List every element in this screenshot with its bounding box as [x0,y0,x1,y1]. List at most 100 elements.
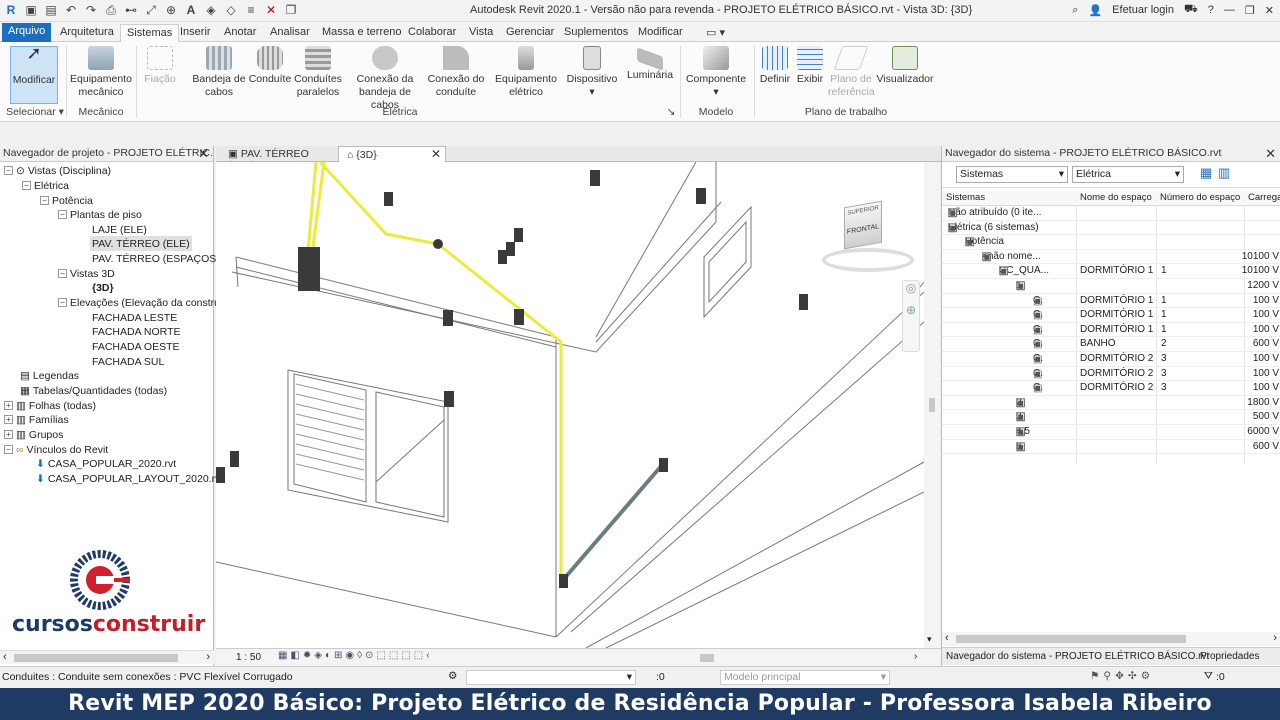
viewcube[interactable]: SUPERIOR FRONTAL [820,196,916,276]
system-row[interactable]: − ▣ Potência [942,235,1280,250]
cart-icon[interactable]: ⛟ [1184,3,1198,17]
close-tab-icon[interactable]: ✕ [431,147,441,161]
tab-arquivo[interactable]: Arquivo [2,23,52,42]
sections-icon[interactable]: ◇ [224,3,238,17]
tree-item[interactable]: ▦ Tabelas/Quantidades (todas) [20,383,167,398]
3d-viewport[interactable]: SUPERIOR FRONTAL ◎ ⊕ [215,160,925,649]
electrical-equipment-button[interactable]: Equipamento elétrico [494,46,558,99]
zoom-icon[interactable]: ⊕ [903,303,919,317]
system-row[interactable]: − ▣ <não nome... 10100 V [942,250,1280,265]
workset-dropdown[interactable]: ▾ [466,670,636,685]
tree-item[interactable]: LAJE (ELE) [92,222,147,237]
tree-item[interactable]: FACHADA NORTE [92,324,181,339]
tree-item[interactable]: FACHADA OESTE [92,339,180,354]
view-horizontal-scrollbar[interactable] [510,654,910,662]
restore-button[interactable]: ❐ [1245,4,1255,17]
tab-massa-terreno[interactable]: Massa e terreno [316,24,407,42]
tab-properties[interactable]: Propriedades [1200,651,1259,662]
measure-icon[interactable]: ⊷ [124,3,138,17]
grid-horizontal-scrollbar[interactable]: ‹ › [942,632,1280,646]
system-row[interactable]: ▣ C. DORMITÓRIO 2 3 100 V [942,352,1280,367]
set-workplane-button[interactable]: Definir [758,46,792,86]
switch-windows-icon[interactable]: ❐ [284,3,298,17]
system-row[interactable]: ▣ C. DORMITÓRIO 1 1 100 V [942,294,1280,309]
close-icon[interactable]: ✕ [1265,146,1276,161]
device-button[interactable]: Dispositivo ▾ [564,46,620,99]
tree-item[interactable]: ⬇ CASA_POPULAR_LAYOUT_2020.rvt [36,471,223,486]
show-workplane-button[interactable]: Exibir [794,46,826,86]
tree-item[interactable]: + ▥ Famílias [4,412,69,427]
modify-button[interactable]: ➚ Modificar [10,44,58,104]
system-row[interactable]: + ▣ 3 500 V [942,410,1280,425]
tab-modificar[interactable]: Modificar [632,24,689,42]
system-row[interactable]: + ▣ 2 1800 V [942,396,1280,411]
revit-logo-icon[interactable]: R [4,3,18,17]
lighting-fixture-button[interactable]: Luminária [624,46,676,82]
tab-inserir[interactable]: Inserir [174,24,217,42]
scroll-right-icon[interactable]: › [914,651,917,662]
tab-system-browser[interactable]: Navegador do sistema - PROJETO ELÉTRICO … [946,651,1209,662]
reference-plane-button[interactable]: Plano de referência [828,46,875,99]
cable-tray-button[interactable]: Bandeja de cabos [192,46,246,99]
tree-item[interactable]: PAV. TÉRREO (ESPAÇOS) [92,251,220,266]
system-row[interactable]: + ▣ 6 600 V [942,440,1280,455]
cable-tray-fitting-button[interactable]: Conexão da bandeja de cabos [344,46,426,112]
ribbon-options-icon[interactable]: ▭ ▾ [700,24,731,42]
auto-fit-icon[interactable]: ▥ [1218,165,1230,181]
close-button[interactable]: ✕ [1265,4,1274,17]
tree-item[interactable]: + ▥ Folhas (todas) [4,398,96,413]
dimension-icon[interactable]: ⤢ [144,3,158,17]
tree-item[interactable]: FACHADA LESTE [92,310,177,325]
system-row[interactable]: ▣ C. DORMITÓRIO 1 1 100 V [942,323,1280,338]
system-row[interactable]: ▣ C. DORMITÓRIO 1 1 100 V [942,308,1280,323]
tab-vista[interactable]: Vista [463,24,499,42]
panel-launcher-icon[interactable]: ↘ [662,106,680,118]
conduit-fitting-button[interactable]: Conexão do conduíte [426,46,486,99]
tree-item[interactable]: − ⊙ Vistas (Disciplina) [4,163,111,178]
tab-anotar[interactable]: Anotar [218,24,262,42]
3d-view-icon[interactable]: ◈ [204,3,218,17]
tree-item[interactable]: − Plantas de piso [58,207,142,222]
thin-lines-icon[interactable]: ≡ [244,3,258,17]
tree-item[interactable]: ▤ Legendas [20,368,79,383]
parallel-conduits-button[interactable]: Conduítes paralelos [294,46,342,99]
tree-item[interactable]: − Potência [40,193,93,208]
close-hidden-icon[interactable]: ✕ [264,3,278,17]
design-option-dropdown[interactable]: Modelo principal ▾ [720,670,890,685]
view-control-icons[interactable]: ▦◧✹◈◐⊞◉◊⊙⬚⬚⬚⬚‹ [278,650,433,661]
horizontal-scrollbar[interactable]: ‹ › [0,650,214,664]
wire-button[interactable]: Fiação [140,46,180,86]
tab-sistemas[interactable]: Sistemas [120,24,180,42]
tree-item[interactable]: ⬇ CASA_POPULAR_2020.rvt [36,456,176,471]
component-button[interactable]: Componente ▾ [684,46,748,99]
text-icon[interactable]: A [184,3,198,17]
save-icon[interactable]: ▤ [44,3,58,17]
tree-item[interactable]: − Elétrica [22,178,69,193]
tree-item[interactable]: − Vistas 3D [58,266,115,281]
system-row[interactable]: + ▣ Não atribuído (0 ite... [942,206,1280,221]
minimize-button[interactable]: — [1224,4,1235,16]
system-row[interactable]: − ▣ 1 1200 V [942,279,1280,294]
view-vertical-scrollbar[interactable]: ▾ [924,162,940,648]
conduit-button[interactable]: Conduíte [248,46,292,86]
tree-item[interactable]: − ∞ Vínculos do Revit [4,442,108,457]
system-row[interactable]: ▣ C. BANHO 2 600 V [942,337,1280,352]
systems-dropdown[interactable]: Sistemas ▾ [956,166,1068,183]
system-row[interactable]: ▣ C. DORMITÓRIO 2 3 100 V [942,381,1280,396]
scale-label[interactable]: 1 : 50 [236,652,261,663]
tab-3d[interactable]: ⌂ {3D} ✕ [338,146,446,162]
close-icon[interactable]: ✕ [198,146,209,161]
undo-icon[interactable]: ↶ [64,3,78,17]
tree-item-active[interactable]: PAV. TÉRREO (ELE) [90,236,192,251]
mechanical-equipment-button[interactable]: Equipamento mecânico [70,46,132,99]
redo-icon[interactable]: ↷ [84,3,98,17]
login-link[interactable]: Efetuar login [1112,4,1174,16]
viewer-button[interactable]: Visualizador [876,46,934,86]
tree-item[interactable]: FACHADA SUL [92,354,164,369]
system-row[interactable]: ▣ C. DORMITÓRIO 2 3 100 V [942,367,1280,382]
tab-arquitetura[interactable]: Arquitetura [54,24,120,42]
tree-item[interactable]: {3D} [92,280,114,295]
tab-suplementos[interactable]: Suplementos [558,24,634,42]
selection-icons[interactable]: ⚑⚲✥✣⚙ [1090,670,1154,682]
workset-icon[interactable]: ⚙ [448,670,457,682]
